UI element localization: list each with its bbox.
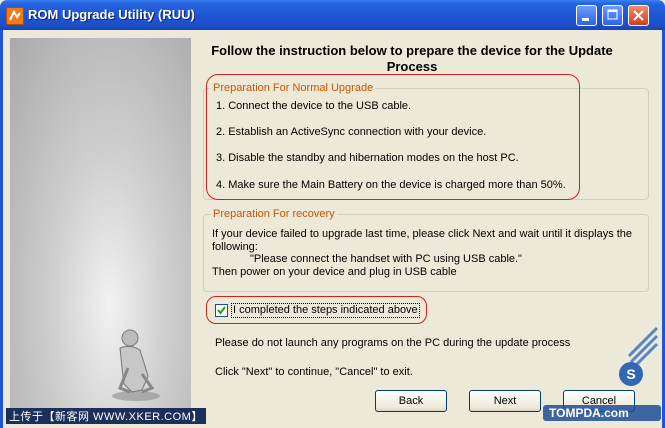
window-frame-left (0, 30, 3, 428)
recovery-line-1: If your device failed to upgrade last ti… (212, 228, 633, 240)
next-button[interactable]: Next (469, 390, 541, 412)
highlight-oval-steps (206, 74, 580, 200)
recovery-legend: Preparation For recovery (211, 208, 337, 220)
maximize-button[interactable] (602, 5, 623, 26)
recovery-line-2: following: (212, 240, 258, 253)
watermark-right: TOMPDA.com (543, 403, 661, 423)
back-button[interactable]: Back (375, 390, 447, 412)
watermark-left: 上传于【新客网 WWW.XKER.COM】 (6, 408, 206, 424)
window-title: ROM Upgrade Utility (RUU) (28, 7, 195, 22)
title-line-2: Process (386, 59, 438, 74)
warning-note: Please do not launch any programs on the… (215, 337, 571, 349)
side-banner-image (10, 38, 191, 420)
minimize-button[interactable] (576, 5, 597, 26)
svg-text:S: S (626, 366, 635, 382)
page-title: Follow the instruction below to prepare … (200, 43, 624, 75)
close-button[interactable] (628, 5, 649, 26)
sitting-figure-illustration (112, 329, 160, 401)
recovery-line-4: Then power on your device and plug in US… (212, 265, 457, 278)
app-icon (6, 7, 24, 25)
highlight-oval-checkbox (206, 296, 427, 324)
title-bar[interactable]: ROM Upgrade Utility (RUU) (0, 0, 665, 30)
title-line-1: Follow the instruction below to prepare … (211, 43, 613, 58)
recovery-instructions: If your device failed to upgrade last ti… (212, 228, 637, 278)
watermark-right-text: TOMPDA.com (549, 406, 629, 420)
instruction-note: Click "Next" to continue, "Cancel" to ex… (215, 366, 413, 378)
recovery-line-3: "Please connect the handset with PC usin… (250, 253, 522, 265)
